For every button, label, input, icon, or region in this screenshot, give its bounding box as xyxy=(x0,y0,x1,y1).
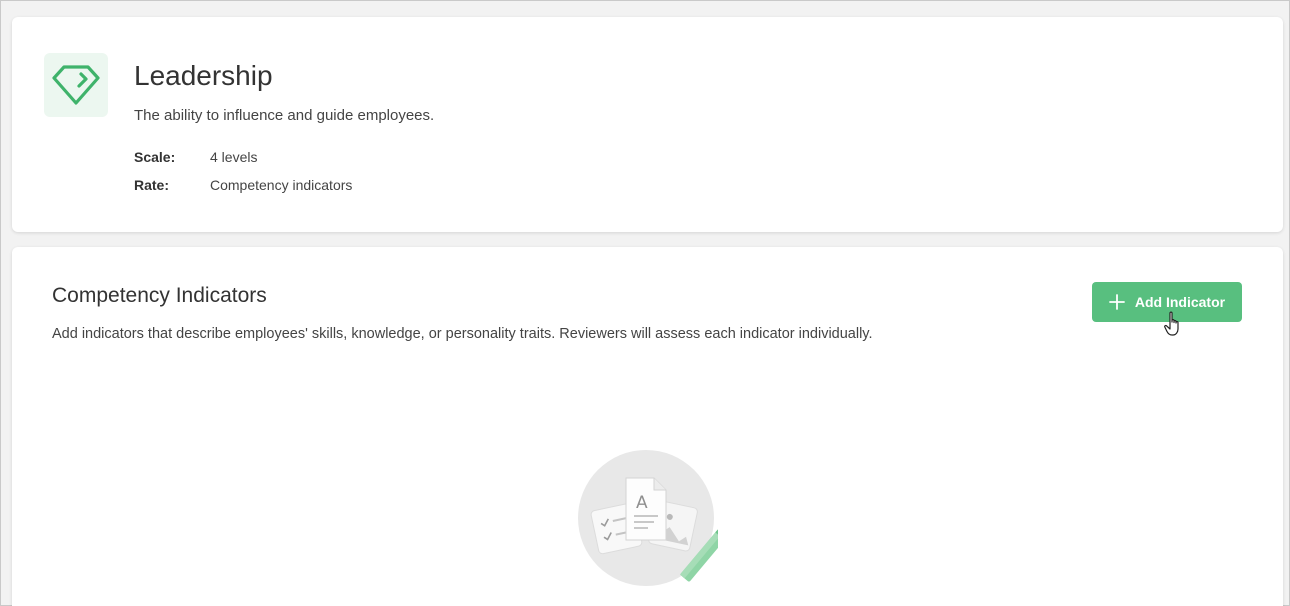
add-indicator-label: Add Indicator xyxy=(1134,294,1226,310)
competency-icon-tile xyxy=(44,53,108,117)
rate-row: Rate: Competency indicators xyxy=(134,177,352,193)
competency-title: Leadership xyxy=(134,60,273,91)
scale-value: 4 levels xyxy=(210,149,258,165)
plus-icon xyxy=(1108,294,1125,310)
scale-row: Scale: 4 levels xyxy=(134,149,257,165)
section-title: Competency Indicators xyxy=(52,284,267,307)
empty-documents-illustration: A xyxy=(578,450,718,586)
rate-value: Competency indicators xyxy=(210,177,353,193)
svg-text:A: A xyxy=(636,493,648,513)
diamond-icon xyxy=(52,65,100,105)
section-description: Add indicators that describe employees' … xyxy=(52,326,873,342)
indicators-card: Competency Indicators Add indicators tha… xyxy=(12,247,1283,606)
hand-cursor-icon xyxy=(1164,311,1179,336)
competency-card: Leadership The ability to influence and … xyxy=(12,17,1283,232)
scale-label: Scale: xyxy=(134,149,176,165)
competency-description: The ability to influence and guide emplo… xyxy=(134,107,435,124)
rate-label: Rate: xyxy=(134,177,170,193)
